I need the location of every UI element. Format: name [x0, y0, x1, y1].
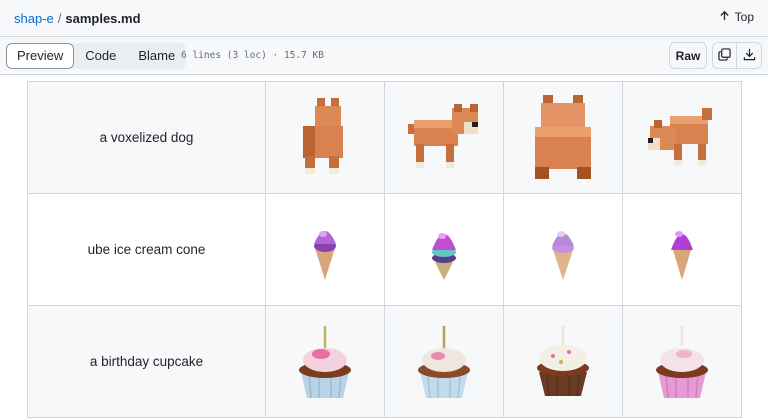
arrow-up-icon [719, 10, 730, 24]
cupcake-image [537, 325, 589, 396]
sample-image-cell [503, 193, 623, 306]
file-info: 6 lines (3 loc) · 15.7 KB [181, 50, 324, 61]
markdown-preview: a voxelized dog ube ice cream cone a bir… [0, 75, 768, 418]
ice-cream-cone-image [671, 230, 693, 280]
ice-cream-cone-image [432, 232, 456, 280]
prompt-cell: a birthday cupcake [27, 305, 266, 418]
sample-image-cell [384, 193, 504, 306]
ice-cream-cone-image [314, 230, 336, 280]
copy-icon [718, 47, 731, 64]
table-row: a birthday cupcake [27, 305, 742, 418]
view-mode-switcher: Preview Code Blame [6, 43, 187, 69]
sample-image-cell [622, 81, 742, 194]
sample-image-cell [622, 305, 742, 418]
sample-image-cell [384, 305, 504, 418]
ice-cream-cone-image [552, 230, 574, 280]
breadcrumb-repo-link[interactable]: shap-e [14, 11, 54, 26]
voxel-dog-image [408, 103, 478, 168]
sample-image-cell [384, 81, 504, 194]
raw-button[interactable]: Raw [669, 42, 707, 69]
breadcrumb-file: samples.md [65, 11, 141, 26]
sample-image-cell [265, 305, 385, 418]
top-button-label: Top [734, 10, 754, 24]
top-button[interactable]: Top [719, 10, 754, 24]
voxel-dog-image [535, 94, 591, 179]
sample-image-cell [503, 81, 623, 194]
sample-image-cell [265, 193, 385, 306]
voxel-dog-image [303, 97, 343, 174]
copy-button[interactable] [712, 42, 737, 69]
breadcrumb-separator: / [57, 11, 62, 26]
table-row: ube ice cream cone [27, 193, 742, 306]
sample-image-cell [503, 305, 623, 418]
prompt-cell: a voxelized dog [27, 81, 266, 194]
file-actions: Raw [669, 42, 762, 69]
tab-blame[interactable]: Blame [127, 43, 186, 69]
file-toolbar: Preview Code Blame 6 lines (3 loc) · 15.… [0, 37, 768, 75]
sample-image-cell [622, 193, 742, 306]
voxel-dog-image [648, 107, 712, 166]
breadcrumb: shap-e / samples.md [14, 11, 141, 26]
cupcake-image [656, 325, 708, 398]
tab-preview[interactable]: Preview [6, 43, 75, 69]
samples-table: a voxelized dog ube ice cream cone a bir… [27, 81, 742, 418]
sample-image-cell [265, 81, 385, 194]
download-icon [743, 48, 756, 64]
prompt-cell: ube ice cream cone [27, 193, 266, 306]
cupcake-image [299, 325, 351, 398]
download-button[interactable] [737, 42, 762, 69]
cupcake-image [418, 325, 470, 398]
table-row: a voxelized dog [27, 81, 742, 194]
file-header: shap-e / samples.md Top [0, 0, 768, 37]
tab-code[interactable]: Code [74, 43, 127, 69]
